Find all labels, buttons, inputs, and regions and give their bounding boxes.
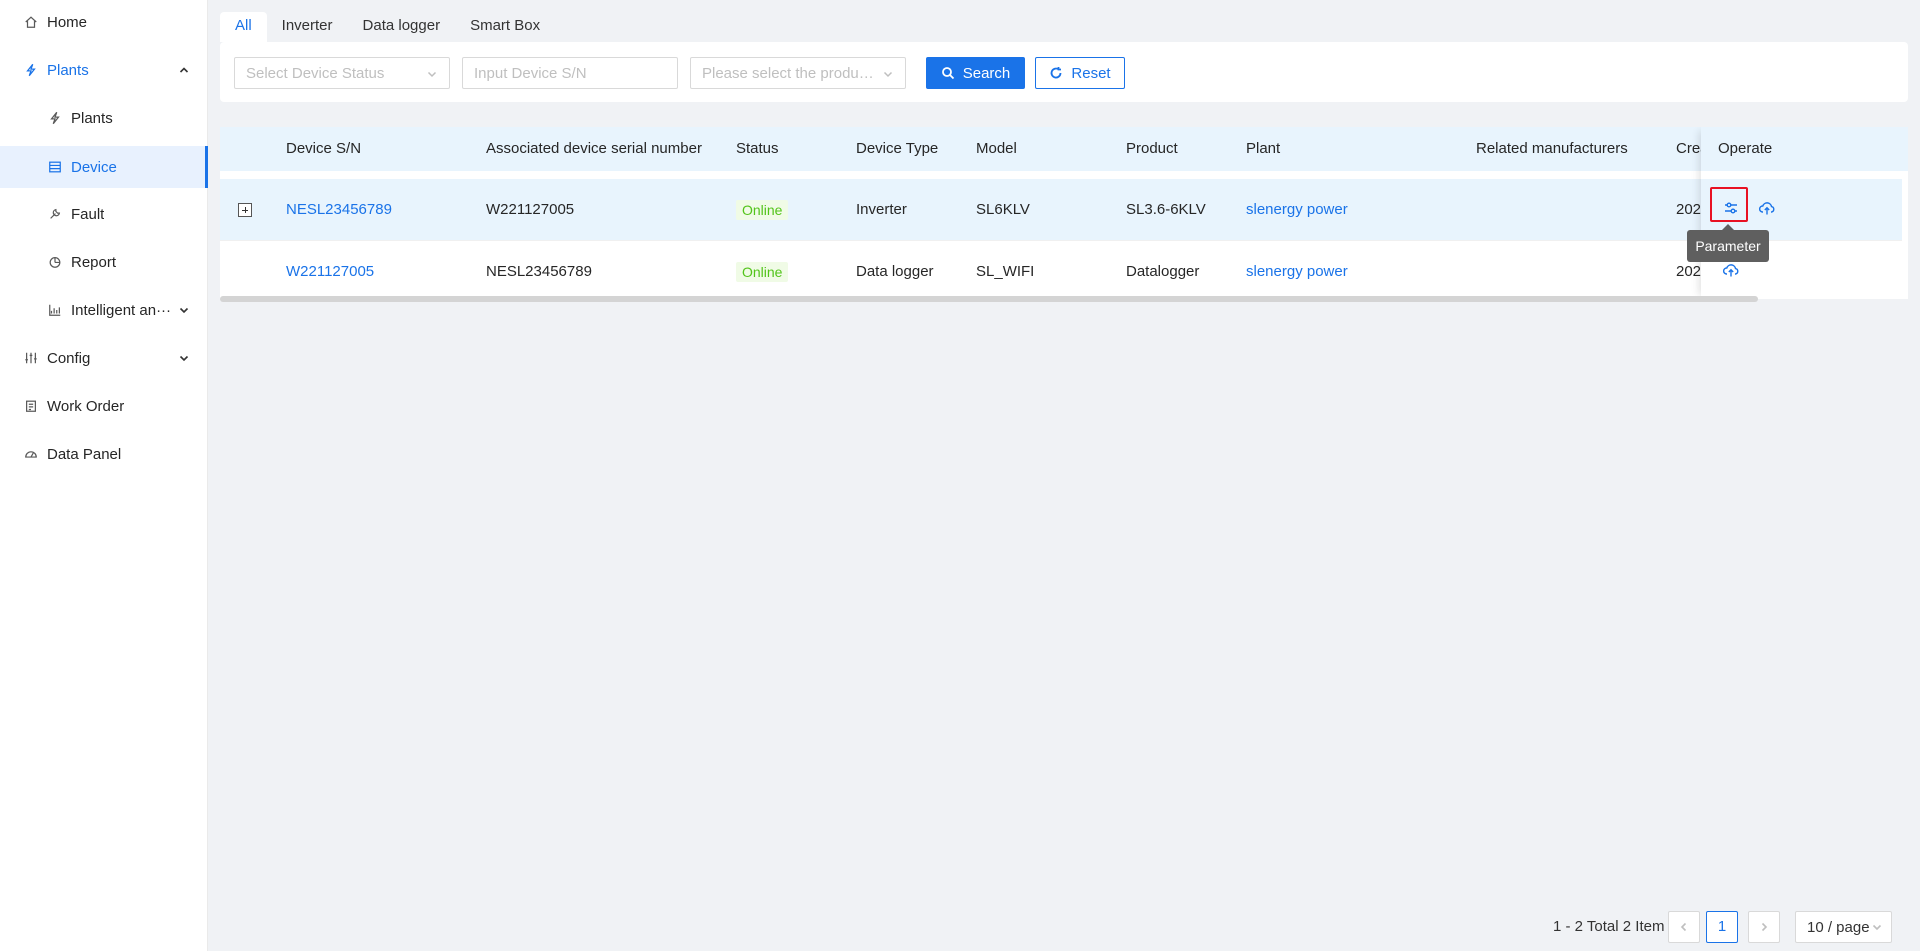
table-header: Device S/N Associated device serial numb… — [220, 127, 1908, 171]
column-status[interactable]: Status — [736, 127, 779, 171]
device-status-select[interactable]: Select Device Status — [234, 57, 450, 89]
chevron-down-icon — [178, 303, 190, 315]
search-button[interactable]: Search — [926, 57, 1025, 89]
product-placeholder: Please select the product··· — [702, 64, 876, 82]
sidebar-item-data-panel[interactable]: Data Panel — [0, 433, 208, 475]
search-icon — [941, 67, 954, 80]
associated-sn: W221127005 — [486, 201, 575, 218]
device-type: Data logger — [856, 263, 934, 280]
sidebar-item-work-order[interactable]: Work Order — [0, 385, 208, 427]
pie-chart-icon — [47, 254, 63, 270]
bolt-icon — [23, 62, 39, 78]
page-size-label: 10 / page — [1807, 918, 1870, 936]
reset-button-label: Reset — [1071, 64, 1111, 82]
associated-sn: NESL23456789 — [486, 263, 592, 280]
area-chart-icon — [47, 302, 63, 318]
sidebar-item-plants-group[interactable]: Plants — [0, 49, 208, 91]
tab-smart-box[interactable]: Smart Box — [455, 12, 555, 42]
device-type: Inverter — [856, 201, 907, 218]
sidebar-item-home[interactable]: Home — [0, 1, 208, 43]
wrench-icon — [47, 206, 63, 222]
sidebar-item-label: Plants — [47, 61, 89, 79]
device-sn-input[interactable]: Input Device S/N — [462, 57, 678, 89]
sidebar-item-plants[interactable]: Plants — [0, 97, 208, 139]
home-icon — [23, 14, 39, 30]
reload-icon — [1051, 67, 1062, 79]
dashboard-icon — [23, 446, 39, 462]
plant-link[interactable]: slenergy power — [1246, 179, 1348, 241]
cloud-upload-icon[interactable] — [1758, 199, 1778, 219]
sidebar-item-label: Config — [47, 349, 91, 367]
sidebar-item-label: Plants — [71, 109, 113, 127]
page-number-button[interactable]: 1 — [1706, 911, 1738, 943]
sidebar-item-intelligent-analysis[interactable]: Intelligent an··· — [0, 289, 208, 331]
column-operate: Operate — [1701, 127, 1908, 171]
sidebar-item-device[interactable]: Device — [0, 146, 208, 188]
device-sn-link[interactable]: NESL23456789 — [286, 179, 392, 241]
parameter-highlight-box — [1710, 187, 1748, 222]
pagination-summary: 1 - 2 Total 2 Item — [1553, 918, 1665, 935]
sidebar-item-label: Home — [47, 13, 88, 31]
chevron-left-icon — [1680, 922, 1687, 932]
chevron-down-icon — [178, 351, 190, 363]
sidebar-item-label: Device — [71, 158, 117, 176]
parameter-tooltip: Parameter — [1687, 224, 1769, 262]
status-cell: Online — [736, 241, 789, 299]
tab-data-logger[interactable]: Data logger — [348, 12, 456, 42]
tab-all[interactable]: All — [220, 12, 267, 42]
sidebar-item-label: Intelligent an··· — [71, 301, 172, 319]
chevron-down-icon — [426, 67, 438, 79]
column-associated-sn[interactable]: Associated device serial number — [486, 127, 702, 171]
page-size-select[interactable]: 10 / page — [1795, 911, 1892, 943]
table-row[interactable]: NESL23456789 W221127005 Online Inverter … — [220, 179, 1908, 241]
model: SL_WIFI — [976, 263, 1035, 280]
status-badge: Online — [736, 200, 789, 221]
sidebar-item-label: Fault — [71, 205, 105, 223]
device-type-tabs: All Inverter Data logger Smart Box — [220, 12, 555, 42]
column-related-manufacturers[interactable]: Related manufacturers — [1476, 127, 1628, 171]
device-table: Device S/N Associated device serial numb… — [220, 127, 1908, 299]
bolt-icon — [47, 110, 63, 126]
status-cell: Online — [736, 179, 789, 241]
plant-link[interactable]: slenergy power — [1246, 241, 1348, 299]
sidebar-item-config[interactable]: Config — [0, 337, 208, 379]
product: Datalogger — [1126, 263, 1200, 280]
tab-inverter[interactable]: Inverter — [267, 12, 348, 42]
list-icon — [47, 159, 63, 175]
column-device-sn[interactable]: Device S/N — [286, 127, 361, 171]
sidebar: Home Plants Plants Device Fault Report I… — [0, 0, 208, 951]
sidebar-item-label: Work Order — [47, 397, 125, 415]
sidebar-item-fault[interactable]: Fault — [0, 193, 208, 235]
device-status-placeholder: Select Device Status — [246, 64, 385, 82]
column-plant[interactable]: Plant — [1246, 127, 1280, 171]
expand-row-icon[interactable] — [238, 203, 252, 217]
chevron-down-icon — [1872, 924, 1881, 931]
sidebar-item-label: Report — [71, 253, 117, 271]
product-select[interactable]: Please select the product··· — [690, 57, 906, 89]
product: SL3.6-6KLV — [1126, 201, 1206, 218]
filter-bar: Select Device Status Input Device S/N Pl… — [220, 42, 1908, 102]
cloud-upload-icon[interactable] — [1722, 261, 1742, 281]
column-model[interactable]: Model — [976, 127, 1017, 171]
chevron-up-icon — [178, 63, 190, 75]
column-device-type[interactable]: Device Type — [856, 127, 938, 171]
device-sn-placeholder: Input Device S/N — [474, 64, 587, 82]
horizontal-scrollbar[interactable] — [220, 296, 1758, 302]
prev-page-button[interactable] — [1668, 911, 1700, 943]
status-badge: Online — [736, 262, 789, 283]
table-row[interactable]: W221127005 NESL23456789 Online Data logg… — [220, 241, 1908, 299]
column-product[interactable]: Product — [1126, 127, 1178, 171]
sidebar-item-label: Data Panel — [47, 445, 122, 463]
model: SL6KLV — [976, 201, 1030, 218]
device-sn-link[interactable]: W221127005 — [286, 241, 374, 299]
clipboard-icon — [23, 398, 39, 414]
sidebar-item-report[interactable]: Report — [0, 241, 208, 283]
search-button-label: Search — [962, 64, 1011, 82]
sliders-icon — [23, 350, 39, 366]
chevron-down-icon — [882, 67, 894, 79]
chevron-right-icon — [1761, 922, 1768, 932]
reset-button[interactable]: Reset — [1035, 57, 1125, 89]
next-page-button[interactable] — [1748, 911, 1780, 943]
